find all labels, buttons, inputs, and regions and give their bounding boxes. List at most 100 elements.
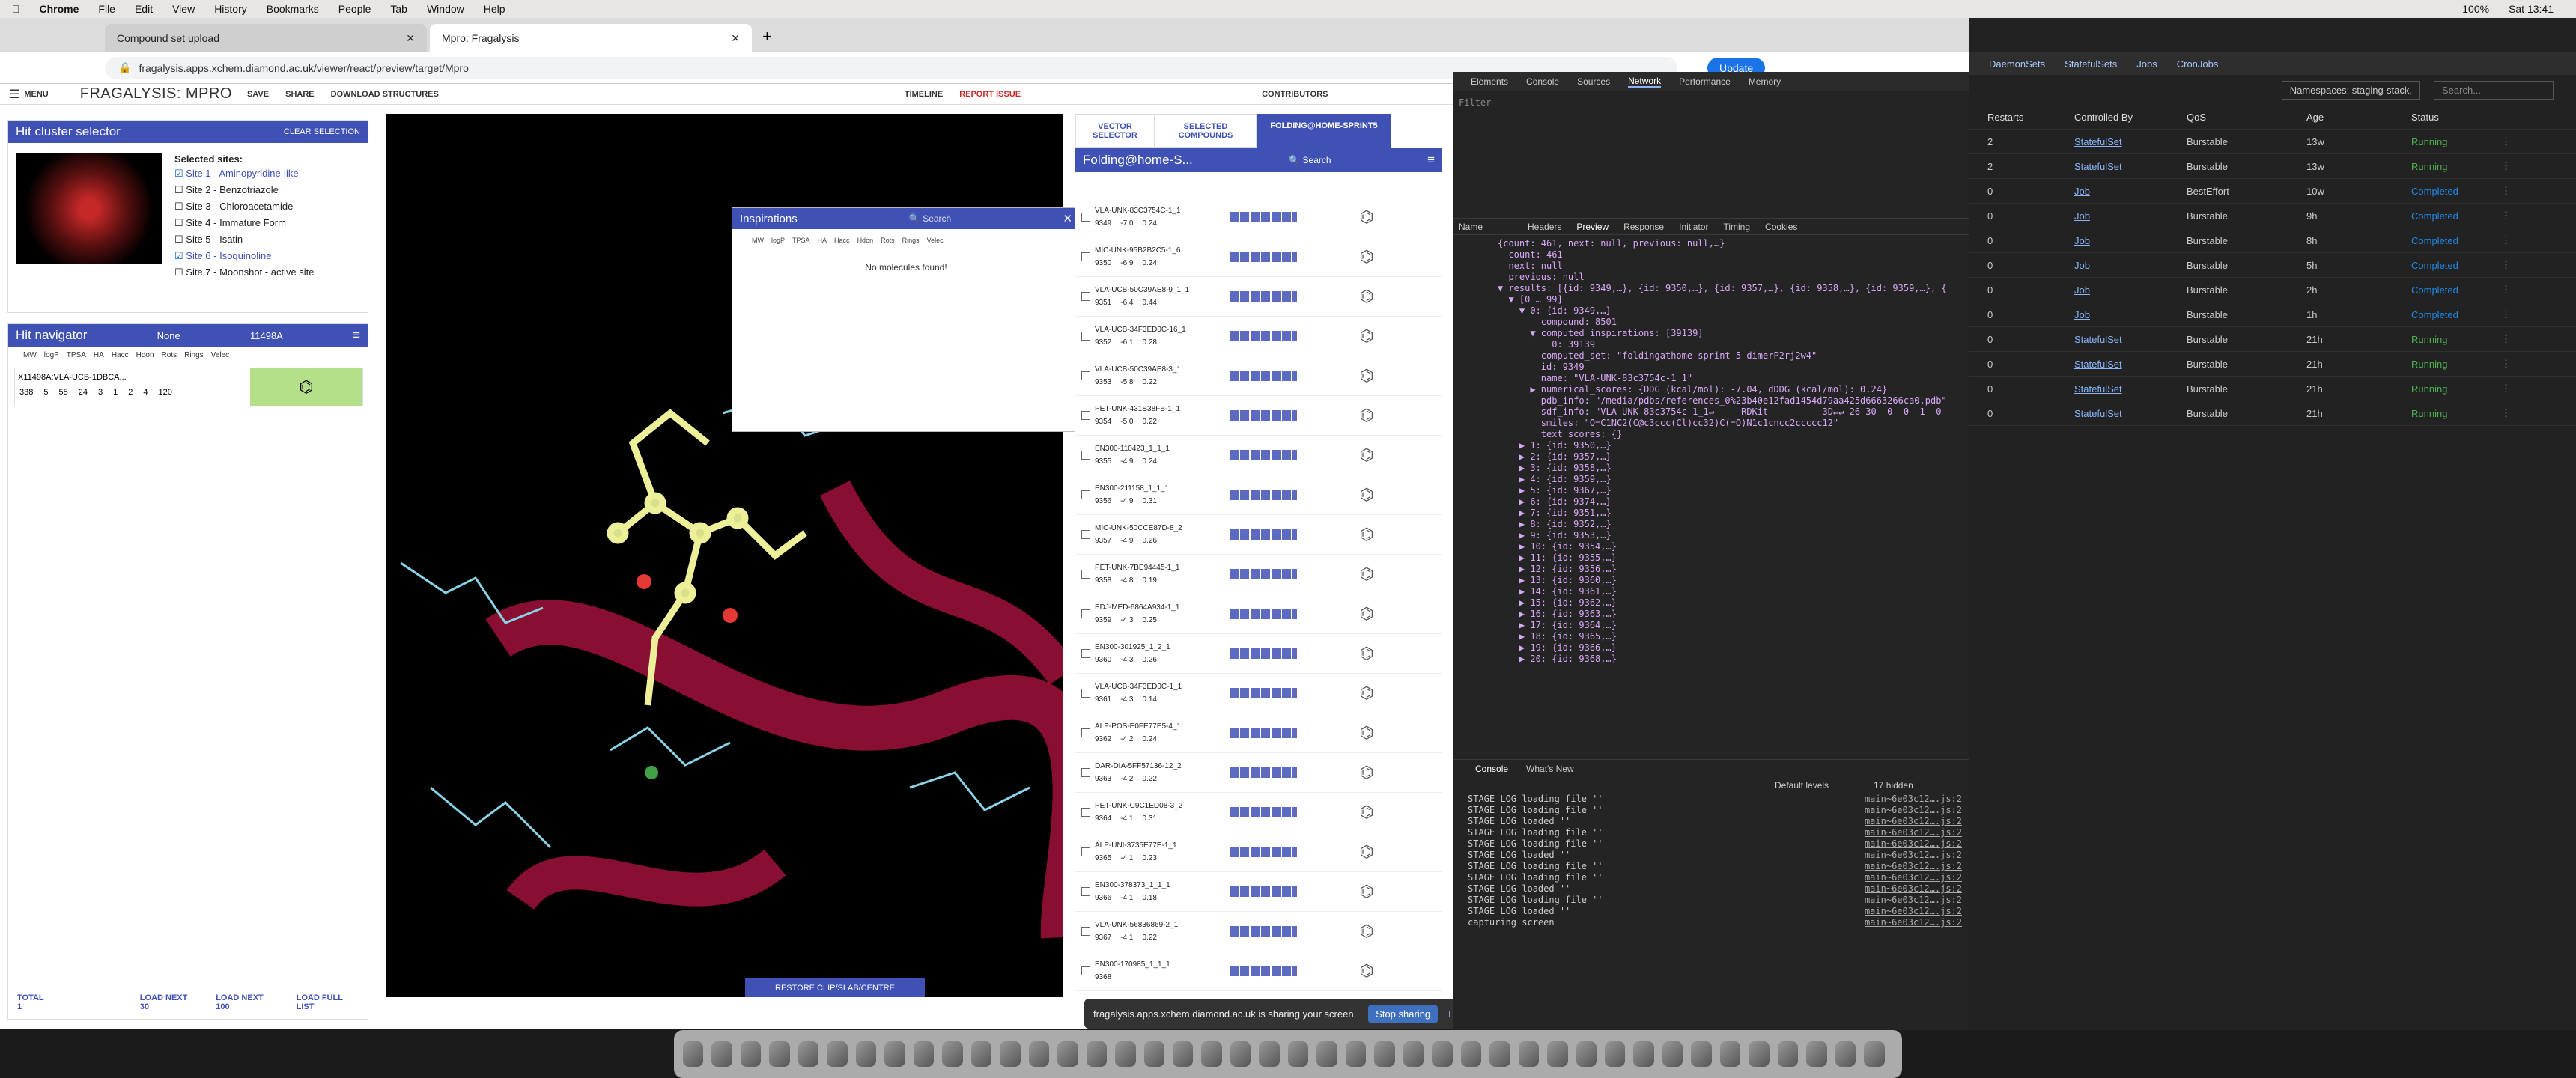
- molecule-row[interactable]: PET-UNK-431B38FB-1_1 9354 -5.0 0.22 ⌬: [1075, 396, 1442, 436]
- console-source-link[interactable]: main~6e03c12….js:2: [1865, 917, 1962, 928]
- molecule-badges[interactable]: [1230, 212, 1297, 222]
- preview-line[interactable]: ▶ 1: {id: 9350,…}: [1498, 440, 1969, 451]
- dock-app-icon[interactable]: [740, 1041, 762, 1067]
- console-source-link[interactable]: main~6e03c12….js:2: [1865, 794, 1962, 805]
- dt-tab-memory[interactable]: Memory: [1749, 76, 1781, 87]
- tab-compound-upload[interactable]: Compound set upload ✕: [105, 24, 427, 52]
- dock-app-icon[interactable]: [1201, 1041, 1222, 1067]
- molecule-row[interactable]: EN300-378373_1_1_1 9366 -4.1 0.18 ⌬: [1075, 872, 1442, 912]
- k8s-cell-link[interactable]: Job: [2074, 186, 2187, 197]
- preview-line[interactable]: ▶ 6: {id: 9374,…}: [1498, 496, 1969, 508]
- console-source-link[interactable]: main~6e03c12….js:2: [1865, 816, 1962, 827]
- preview-line[interactable]: ▼ computed_inspirations: [39139]: [1498, 328, 1969, 339]
- molecule-checkbox[interactable]: [1081, 213, 1090, 222]
- dock-app-icon[interactable]: [1345, 1041, 1367, 1067]
- k8s-row[interactable]: 0 Job Burstable 9h Completed ⋮: [1969, 204, 2576, 228]
- more-icon[interactable]: ⋮: [2501, 210, 2511, 222]
- k8s-row[interactable]: 0 Job Burstable 2h Completed ⋮: [1969, 278, 2576, 302]
- molecule-badges[interactable]: [1230, 648, 1297, 659]
- dock-app-icon[interactable]: [1143, 1041, 1164, 1067]
- molecule-badges[interactable]: [1230, 529, 1297, 540]
- molecule-checkbox[interactable]: [1081, 332, 1090, 341]
- dock-app-icon[interactable]: [1749, 1041, 1770, 1067]
- dock-app-icon[interactable]: [884, 1041, 905, 1067]
- preview-line[interactable]: ▶ 17: {id: 9364,…}: [1498, 620, 1969, 631]
- dock-app-icon[interactable]: [942, 1041, 963, 1067]
- preview-line[interactable]: ▶ 8: {id: 9352,…}: [1498, 519, 1969, 530]
- dock-app-icon[interactable]: [1374, 1041, 1395, 1067]
- tab-vector-selector[interactable]: VECTOR SELECTOR: [1075, 114, 1155, 148]
- molecule-row[interactable]: ALP-POS-E0FE77E5-4_1 9362 -4.2 0.24 ⌬: [1075, 713, 1442, 753]
- k8s-cell-link[interactable]: Job: [2074, 260, 2187, 271]
- preview-line[interactable]: next: null: [1498, 261, 1969, 272]
- molecule-badges[interactable]: [1230, 331, 1297, 341]
- dock-app-icon[interactable]: [1518, 1041, 1540, 1067]
- console-source-link[interactable]: main~6e03c12….js:2: [1865, 861, 1962, 872]
- molecule-row[interactable]: EN300-301925_1_2_1 9360 -4.3 0.26 ⌬: [1075, 634, 1442, 674]
- molecule-row[interactable]: VLA-UNK-56836869-2_1 9367 -4.1 0.22 ⌬: [1075, 912, 1442, 951]
- console-source-link[interactable]: main~6e03c12….js:2: [1865, 872, 1962, 883]
- dock-app-icon[interactable]: [1115, 1041, 1136, 1067]
- molecule-row[interactable]: EN300-110423_1_1_1 9355 -4.9 0.24 ⌬: [1075, 436, 1442, 475]
- dt-tab-sources[interactable]: Sources: [1577, 76, 1610, 87]
- contributors-button[interactable]: CONTRIBUTORS: [1262, 90, 1328, 99]
- tab-fragalysis[interactable]: Mpro: Fragalysis ✕: [430, 24, 752, 52]
- molecule-badges[interactable]: [1230, 450, 1297, 460]
- k8s-cell-link[interactable]: StatefulSet: [2074, 408, 2187, 419]
- console-source-link[interactable]: main~6e03c12….js:2: [1865, 827, 1962, 838]
- more-icon[interactable]: ⋮: [2501, 259, 2511, 271]
- dock-app-icon[interactable]: [1086, 1041, 1108, 1067]
- detail-tab[interactable]: Response: [1623, 222, 1664, 232]
- molecule-badges[interactable]: [1230, 886, 1297, 897]
- preview-line[interactable]: ▶ 18: {id: 9365,…}: [1498, 631, 1969, 642]
- molecule-checkbox[interactable]: [1081, 252, 1090, 261]
- molecule-checkbox[interactable]: [1081, 689, 1090, 698]
- restore-button[interactable]: RESTORE CLIP/SLAB/CENTRE: [745, 978, 925, 997]
- detail-tab[interactable]: Timing: [1723, 222, 1750, 232]
- url-input[interactable]: 🔒 fragalysis.apps.xchem.diamond.ac.uk/vie…: [105, 56, 1677, 79]
- dock-app-icon[interactable]: [1633, 1041, 1654, 1067]
- molecule-badges[interactable]: [1230, 371, 1297, 381]
- close-icon[interactable]: ✕: [406, 32, 415, 45]
- molecule-row[interactable]: DAR-DIA-5FF57136-12_2 9363 -4.2 0.22 ⌬: [1075, 753, 1442, 793]
- dock-app-icon[interactable]: [683, 1041, 704, 1067]
- dock-app-icon[interactable]: [1864, 1041, 1885, 1067]
- search-input[interactable]: 🔍 Search: [909, 213, 951, 224]
- molecule-row[interactable]: VLA-UCB-50C39AE8-3_1 9353 -5.8 0.22 ⌬: [1075, 356, 1442, 396]
- menu-window[interactable]: Window: [427, 3, 464, 15]
- dock-app-icon[interactable]: [711, 1041, 732, 1067]
- dock-app-icon[interactable]: [1432, 1041, 1453, 1067]
- tab-selected-compounds[interactable]: SELECTED COMPOUNDS: [1155, 114, 1257, 148]
- more-icon[interactable]: ⋮: [2501, 234, 2511, 246]
- preview-line[interactable]: ▶ 13: {id: 9360,…}: [1498, 575, 1969, 586]
- preview-line[interactable]: ▶ 15: {id: 9362,…}: [1498, 597, 1969, 609]
- clock[interactable]: Sat 13:41: [2509, 3, 2554, 15]
- dock-app-icon[interactable]: [1719, 1041, 1741, 1067]
- molecule-row[interactable]: EN300-211158_1_1_1 9356 -4.9 0.31 ⌬: [1075, 475, 1442, 515]
- molecule-badges[interactable]: [1230, 490, 1297, 500]
- menu-edit[interactable]: Edit: [135, 3, 153, 15]
- dock-app-icon[interactable]: [1403, 1041, 1424, 1067]
- load-full-list-button[interactable]: LOAD FULL LIST: [297, 993, 362, 1011]
- molecule-row[interactable]: VLA-UNK-83C3754C-1_1 9349 -7.0 0.24 ⌬: [1075, 198, 1442, 237]
- dock-app-icon[interactable]: [1057, 1041, 1078, 1067]
- dock-app-icon[interactable]: [1662, 1041, 1683, 1067]
- share-button[interactable]: SHARE: [285, 90, 315, 99]
- dock-app-icon[interactable]: [1172, 1041, 1194, 1067]
- console-source-link[interactable]: main~6e03c12….js:2: [1865, 850, 1962, 861]
- molecule-checkbox[interactable]: [1081, 570, 1090, 579]
- menu-help[interactable]: Help: [484, 3, 505, 15]
- molecule-checkbox[interactable]: [1081, 490, 1090, 499]
- molecule-checkbox[interactable]: [1081, 530, 1090, 539]
- preview-line[interactable]: ▼ 0: {id: 9349,…}: [1498, 305, 1969, 317]
- k8s-row[interactable]: 0 StatefulSet Burstable 21h Running ⋮: [1969, 401, 2576, 426]
- molecule-badges[interactable]: [1230, 609, 1297, 619]
- k8s-cell-link[interactable]: Job: [2074, 284, 2187, 296]
- dock-app-icon[interactable]: [1489, 1041, 1510, 1067]
- console-source-link[interactable]: main~6e03c12….js:2: [1865, 883, 1962, 895]
- k8s-cell-link[interactable]: StatefulSet: [2074, 359, 2187, 370]
- molecule-row[interactable]: PET-UNK-7BE94445-1_1 9358 -4.8 0.19 ⌬: [1075, 555, 1442, 594]
- dock-app-icon[interactable]: [1460, 1041, 1482, 1067]
- molecule-badges[interactable]: [1230, 767, 1297, 778]
- k8s-row[interactable]: 2 StatefulSet Burstable 13w Running ⋮: [1969, 154, 2576, 179]
